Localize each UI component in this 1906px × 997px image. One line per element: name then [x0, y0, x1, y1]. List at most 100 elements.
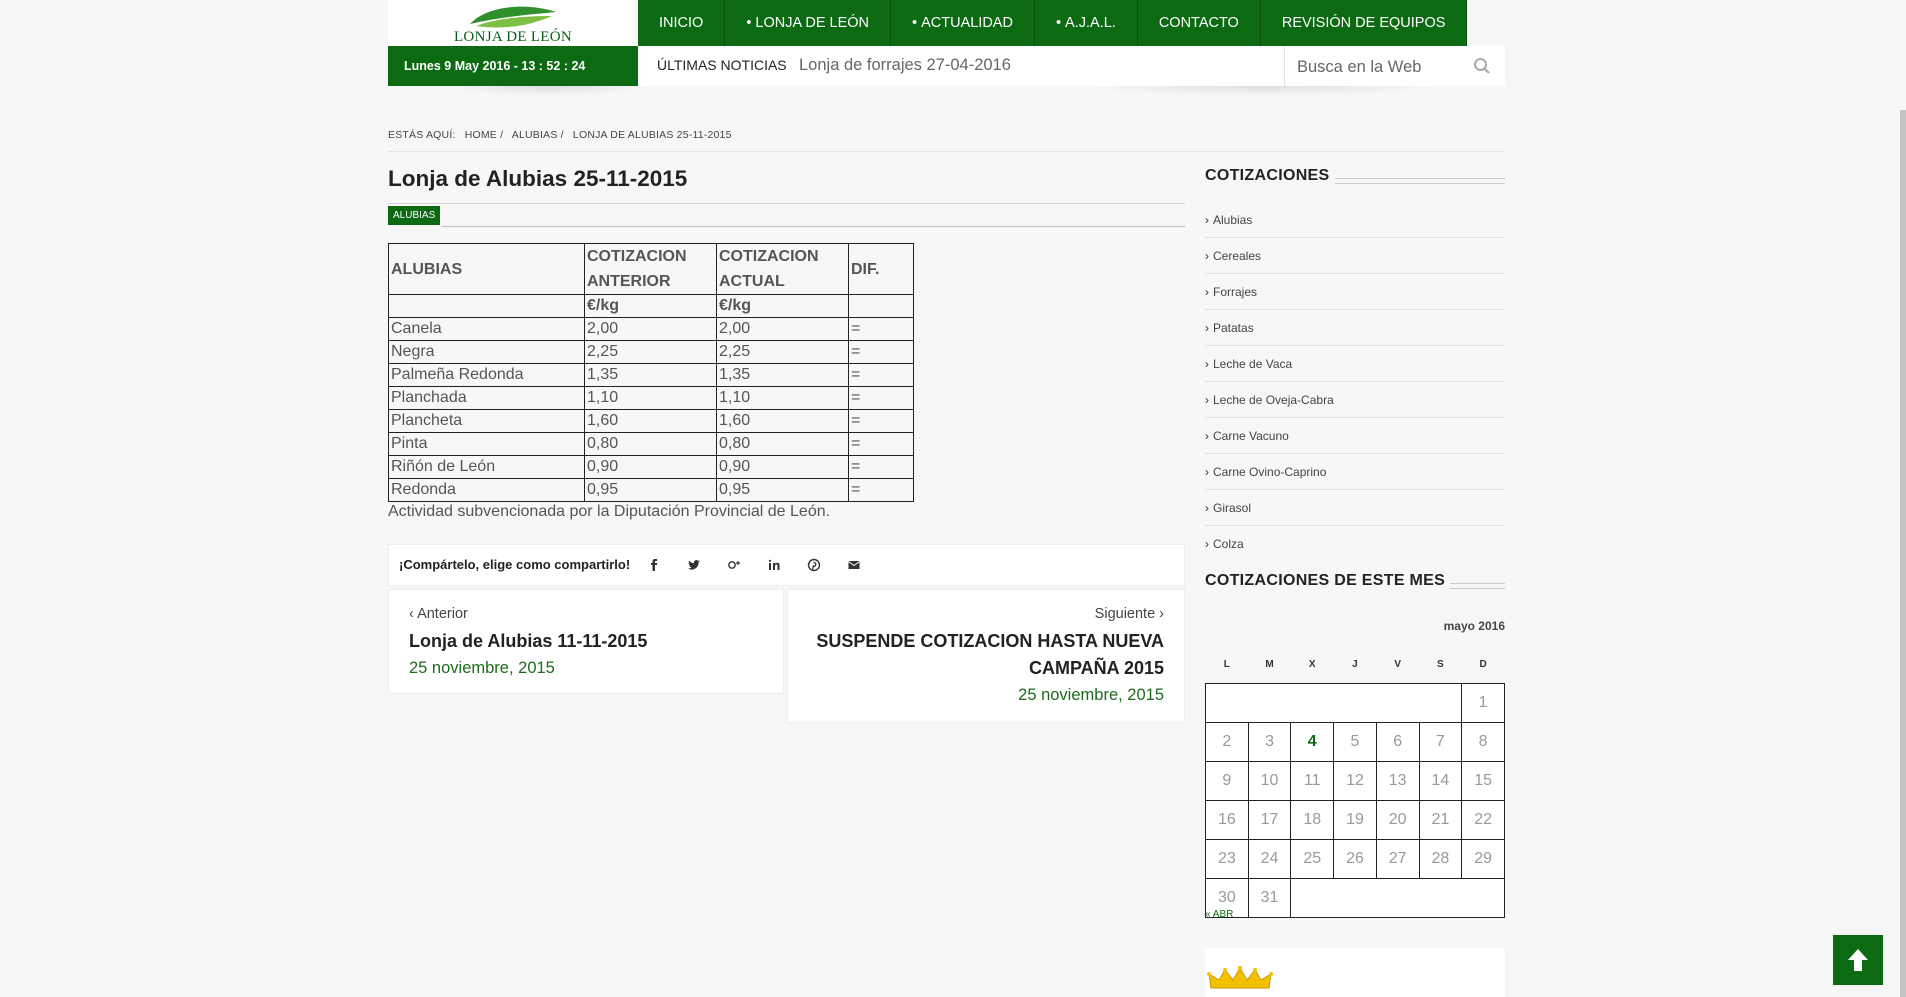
table-cell: 1,35	[584, 363, 717, 387]
table-cell: Riñón de León	[388, 455, 585, 479]
back-to-top-button[interactable]	[1833, 935, 1883, 985]
table-header: COTIZACION ANTERIOR	[584, 243, 717, 295]
calendar-prev-month-link[interactable]: « ABR	[1205, 909, 1233, 920]
nav-item-ajal[interactable]: • A.J.A.L.	[1034, 0, 1138, 46]
sidebar-item-patatas[interactable]: › Patatas	[1205, 311, 1505, 346]
sidebar-item-label: Forrajes	[1213, 285, 1258, 299]
nav-label: CONTACTO	[1158, 15, 1239, 31]
previous-title[interactable]: Lonja de Alubias 11-11-2015	[409, 628, 647, 655]
nav-item-lonja[interactable]: • LONJA DE LEÓN	[725, 0, 892, 46]
breadcrumb-current: LONJA DE ALUBIAS 25-11-2015	[572, 129, 732, 141]
nav-label: ACTUALIDAD	[921, 15, 1013, 31]
chevron-right-icon: ›	[1205, 465, 1209, 479]
table-cell: 1,10	[716, 386, 849, 410]
chevron-right-icon: ›	[1155, 606, 1164, 622]
calendar-weekday: M	[1265, 658, 1274, 670]
table-cell: 0,80	[716, 432, 849, 456]
sidebar-item-leche-vaca[interactable]: › Leche de Vaca	[1205, 347, 1505, 382]
calendar-week: 30 31	[1205, 878, 1505, 918]
sidebar-item-carne-vacuno[interactable]: › Carne Vacuno	[1205, 419, 1505, 454]
google-plus-icon[interactable]	[727, 558, 741, 572]
next-title[interactable]: SUSPENDE COTIZACION HASTA NUEVA CAMPAÑA …	[816, 628, 1164, 682]
nav-label: A.J.A.L.	[1065, 15, 1116, 31]
chevron-right-icon: ›	[1205, 393, 1209, 407]
calendar-day: 1	[1461, 683, 1505, 723]
email-icon[interactable]	[847, 558, 861, 572]
nav-item-actualidad[interactable]: • ACTUALIDAD	[891, 0, 1035, 46]
table-cell: =	[848, 317, 914, 341]
ticker-headline[interactable]: Lonja de forrajes 27-04-2016	[799, 46, 1011, 84]
breadcrumb: ESTÁS AQUÍ: HOME / ALUBIAS / LONJA DE AL…	[388, 129, 738, 141]
calendar-week: 1	[1204, 683, 1505, 723]
table-cell	[388, 294, 585, 318]
sidebar-item-colza[interactable]: › Colza	[1205, 527, 1505, 561]
month-title: COTIZACIONES DE ESTE MES	[1205, 572, 1446, 589]
calendar-weekday: X	[1308, 658, 1316, 670]
table-cell: Planchada	[388, 386, 585, 410]
table-row: Negra 2,25 2,25 =	[388, 340, 914, 364]
table-header-row: ALUBIAS COTIZACION ANTERIOR COTIZACION A…	[388, 243, 914, 295]
sidebar-item-girasol[interactable]: › Girasol	[1205, 491, 1505, 526]
calendar-day: 28	[1418, 839, 1463, 879]
calendar-day-today[interactable]: 4	[1290, 722, 1335, 762]
header-shadow	[1088, 86, 1438, 96]
calendar-pad	[1290, 878, 1505, 918]
table-cell: €/kg	[584, 294, 717, 318]
scrollbar-thumb[interactable]	[1900, 110, 1906, 997]
table-cell: Pinta	[388, 432, 585, 456]
next-post-link[interactable]: Siguiente › SUSPENDE COTIZACION HASTA NU…	[787, 589, 1185, 723]
calendar-day: 24	[1247, 839, 1292, 879]
linkedin-icon[interactable]	[767, 558, 781, 572]
table-cell: 0,90	[716, 455, 849, 479]
pinterest-icon[interactable]	[807, 558, 821, 572]
table-cell: Plancheta	[388, 409, 585, 433]
nav-item-inicio[interactable]: INICIO	[638, 0, 726, 46]
calendar-day: 18	[1290, 800, 1335, 840]
calendar-day: 3	[1247, 722, 1292, 762]
table-row: Canela 2,00 2,00 =	[388, 317, 914, 341]
table-cell: 1,35	[716, 363, 849, 387]
table-cell: 2,25	[716, 340, 849, 364]
next-title-line: SUSPENDE COTIZACION HASTA NUEVA	[816, 631, 1164, 651]
sidebar-item-carne-ovino-caprino[interactable]: › Carne Ovino-Caprino	[1205, 455, 1505, 490]
search-input[interactable]	[1295, 52, 1464, 82]
table-cell: Redonda	[388, 478, 585, 502]
calendar-day: 6	[1375, 722, 1420, 762]
breadcrumb-category[interactable]: ALUBIAS /	[512, 129, 564, 141]
category-tag[interactable]: ALUBIAS	[388, 206, 441, 225]
search-icon[interactable]	[1473, 57, 1491, 75]
calendar-weekday: V	[1394, 658, 1401, 670]
calendar-caption: mayo 2016	[1443, 619, 1505, 633]
share-bar: ¡Compártelo, elige como compartirlo!	[388, 544, 1185, 586]
table-cell: 0,90	[584, 455, 717, 479]
calendar-weekday-row: L M X J V S D	[1206, 645, 1505, 684]
logo-text: LONJA DE LEÓN	[453, 29, 573, 45]
calendar-day: 2	[1205, 722, 1249, 762]
table-header: COTIZACION ACTUAL	[716, 243, 849, 295]
table-cell: =	[848, 363, 914, 387]
sidebar-item-cereales[interactable]: › Cereales	[1205, 239, 1505, 274]
table-row: Pinta 0,80 0,80 =	[388, 432, 914, 456]
calendar-day: 29	[1461, 839, 1505, 879]
ticker-label: ÚLTIMAS NOTICIAS	[657, 57, 787, 73]
calendar-weekday: D	[1479, 658, 1487, 670]
sidebar-item-alubias[interactable]: › Alubias	[1205, 203, 1505, 238]
table-cell: 0,95	[716, 478, 849, 502]
table-cell: 2,00	[716, 317, 849, 341]
sponsor-banner[interactable]	[1205, 948, 1505, 997]
sidebar-item-leche-oveja-cabra[interactable]: › Leche de Oveja-Cabra	[1205, 383, 1505, 418]
twitter-icon[interactable]	[687, 558, 701, 572]
table-cell: =	[848, 340, 914, 364]
nav-item-revision[interactable]: REVISIÓN DE EQUIPOS	[1260, 0, 1468, 46]
table-cell: =	[848, 455, 914, 479]
breadcrumb-home[interactable]: HOME /	[465, 129, 504, 141]
table-cell: 1,10	[584, 386, 717, 410]
nav-item-contacto[interactable]: CONTACTO	[1137, 0, 1261, 46]
table-header: ALUBIAS	[388, 243, 585, 295]
calendar-day: 23	[1205, 839, 1249, 879]
sidebar-item-forrajes[interactable]: › Forrajes	[1205, 275, 1505, 310]
facebook-icon[interactable]	[647, 558, 661, 572]
previous-post-link[interactable]: ‹ Anterior Lonja de Alubias 11-11-2015 2…	[388, 589, 784, 694]
site-logo[interactable]: LONJA DE LEÓN	[388, 0, 638, 46]
main-nav: INICIO • LONJA DE LEÓN • ACTUALIDAD • A.J.A…	[638, 0, 1468, 46]
